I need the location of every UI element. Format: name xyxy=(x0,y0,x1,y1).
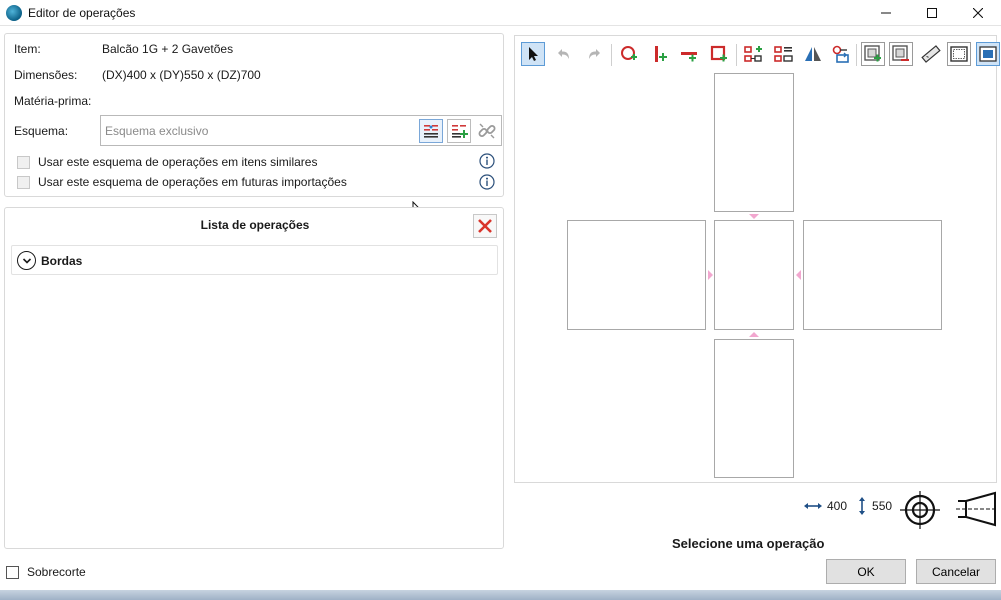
panel-remove-icon xyxy=(892,45,909,61)
add-hole-icon xyxy=(621,46,637,60)
sobrecorte-label: Sobrecorte xyxy=(27,565,86,579)
add-horizontal-groove-button[interactable] xyxy=(677,42,701,66)
frame-view-button[interactable] xyxy=(947,42,971,66)
status-message: Selecione uma operação xyxy=(672,536,825,551)
select-tool-button[interactable] xyxy=(521,42,545,66)
add-hole-button[interactable] xyxy=(617,42,641,66)
preview-panel xyxy=(514,35,1000,483)
toolbar-separator xyxy=(611,44,612,66)
info-icon[interactable] xyxy=(479,153,495,169)
dimension-readout: 400 550 xyxy=(804,497,892,515)
face-left[interactable] xyxy=(567,220,706,330)
dx-value: 400 xyxy=(827,499,848,513)
operation-group-row[interactable]: Bordas xyxy=(11,245,498,275)
horizontal-arrow-icon xyxy=(804,503,822,509)
close-icon xyxy=(973,8,983,18)
schema-placeholder: Esquema exclusivo xyxy=(105,124,209,138)
similar-items-option[interactable]: Usar este esquema de operações em itens … xyxy=(17,154,317,170)
undo-icon xyxy=(558,49,569,59)
material-label: Matéria-prima: xyxy=(14,94,92,108)
item-value: Balcão 1G + 2 Gavetões xyxy=(102,42,234,56)
toolbar-separator xyxy=(736,44,737,66)
info-icon[interactable] xyxy=(479,174,495,190)
projection-view-icon[interactable] xyxy=(956,491,998,527)
add-vertical-groove-button[interactable] xyxy=(647,42,671,66)
future-imports-option[interactable]: Usar este esquema de operações em futura… xyxy=(17,174,347,190)
redo-button[interactable] xyxy=(582,42,606,66)
future-imports-label: Usar este esquema de operações em futura… xyxy=(38,175,347,189)
unlink-schema-button[interactable] xyxy=(475,119,499,143)
first-angle-projection-icon[interactable] xyxy=(900,491,940,529)
dimensions-label: Dimensões: xyxy=(14,68,78,82)
add-pocket-button[interactable] xyxy=(707,42,731,66)
panel-add-icon xyxy=(864,45,881,62)
schema-list-icon xyxy=(424,125,438,138)
unlink-icon xyxy=(478,123,496,139)
vertical-arrow-icon xyxy=(859,497,866,515)
similar-items-checkbox[interactable] xyxy=(17,155,30,169)
cancel-button[interactable]: Cancelar xyxy=(916,559,996,584)
window-title: Editor de operações xyxy=(28,6,136,20)
node-add-icon xyxy=(744,46,762,62)
add-panel-button[interactable] xyxy=(861,42,885,66)
face-top[interactable] xyxy=(714,73,794,212)
delete-operation-button[interactable] xyxy=(473,214,497,238)
vertical-groove-icon xyxy=(655,46,667,62)
fit-view-icon xyxy=(979,46,997,62)
maximize-button[interactable] xyxy=(909,0,955,26)
close-button[interactable] xyxy=(955,0,1001,26)
schema-add-icon xyxy=(452,125,468,138)
node-list-icon xyxy=(774,46,793,62)
horizontal-groove-icon xyxy=(681,52,697,62)
operations-list-title: Lista de operações xyxy=(200,218,310,232)
toolbar-separator xyxy=(856,44,857,66)
future-imports-checkbox[interactable] xyxy=(17,175,30,189)
face-center[interactable] xyxy=(714,220,794,330)
app-logo-icon xyxy=(6,5,22,21)
schema-label: Esquema: xyxy=(14,124,69,138)
item-info-panel: Item: Balcão 1G + 2 Gavetões Dimensões: … xyxy=(4,33,504,197)
redo-icon xyxy=(589,49,600,59)
title-bar: Editor de operações xyxy=(0,0,1001,26)
ruler-icon xyxy=(921,45,941,63)
node-list-button[interactable] xyxy=(771,42,795,66)
undo-button[interactable] xyxy=(552,42,576,66)
frame-icon xyxy=(950,46,968,62)
pointer-icon xyxy=(529,47,538,61)
dy-value: 550 xyxy=(872,499,893,513)
edit-schema-button[interactable] xyxy=(419,119,443,143)
delete-x-icon xyxy=(478,219,492,233)
face-right[interactable] xyxy=(803,220,942,330)
face-bottom[interactable] xyxy=(714,339,794,478)
pocket-icon xyxy=(710,45,727,62)
mirror-icon xyxy=(805,47,821,61)
edge-marker-right[interactable] xyxy=(796,270,801,280)
measure-button[interactable] xyxy=(919,42,943,66)
similar-items-label: Usar este esquema de operações em itens … xyxy=(38,155,318,169)
window-bottom-edge xyxy=(0,590,1001,600)
maximize-icon xyxy=(927,8,937,18)
new-schema-button[interactable] xyxy=(447,119,471,143)
edge-marker-top[interactable] xyxy=(749,214,759,219)
dimensions-value: (DX)400 x (DY)550 x (DZ)700 xyxy=(102,68,261,82)
minimize-icon xyxy=(881,12,891,14)
mirror-button[interactable] xyxy=(801,42,825,66)
transfer-icon xyxy=(832,45,849,63)
sobrecorte-checkbox[interactable] xyxy=(6,565,19,579)
sobrecorte-option[interactable]: Sobrecorte xyxy=(6,565,86,579)
transfer-button[interactable] xyxy=(829,42,853,66)
edge-marker-bottom[interactable] xyxy=(749,332,759,337)
edge-marker-left[interactable] xyxy=(708,270,713,280)
add-node-button[interactable] xyxy=(741,42,765,66)
fit-view-button[interactable] xyxy=(976,42,1000,66)
operations-list-panel: Lista de operações Bordas xyxy=(4,207,504,549)
remove-panel-button[interactable] xyxy=(889,42,913,66)
chevron-down-icon[interactable] xyxy=(17,251,36,270)
operation-group-label: Bordas xyxy=(41,254,83,268)
schema-field[interactable]: Esquema exclusivo xyxy=(100,115,502,146)
minimize-button[interactable] xyxy=(863,0,909,26)
item-label: Item: xyxy=(14,42,41,56)
ok-button[interactable]: OK xyxy=(826,559,906,584)
